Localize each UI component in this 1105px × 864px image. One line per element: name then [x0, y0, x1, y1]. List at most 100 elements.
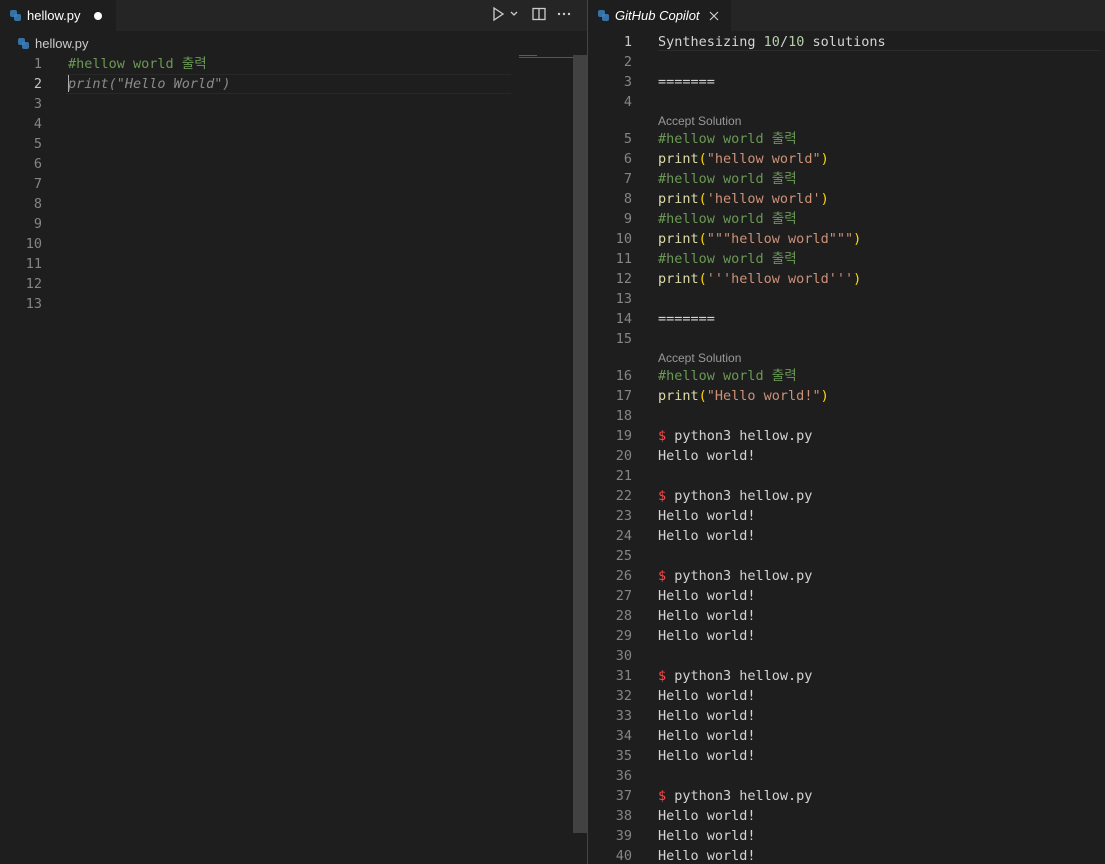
vertical-scrollbar[interactable] [573, 55, 587, 833]
close-tab-button[interactable] [708, 10, 720, 22]
code-line: #hellow world 출력 [658, 209, 797, 229]
breadcrumb-file[interactable]: hellow.py [35, 36, 88, 51]
run-python-file-button[interactable] [490, 6, 506, 24]
line-number: 9 [33, 216, 42, 232]
code-line: print('hellow world') [658, 189, 829, 209]
line-number: 9 [623, 211, 632, 227]
line-number: 18 [615, 408, 632, 424]
close-icon [709, 11, 718, 20]
line-number: 39 [615, 828, 632, 844]
line-number: 26 [615, 568, 632, 584]
prompt-symbol: $ [658, 788, 667, 804]
line-number: 21 [615, 468, 632, 484]
solutions-current-count: 10 [763, 34, 780, 50]
ellipsis-icon [557, 12, 571, 16]
line-number: 10 [615, 231, 632, 247]
line-number: 11 [615, 251, 632, 267]
line-number: 31 [615, 668, 632, 684]
program-output-line: Hello world! [658, 608, 756, 624]
paren-open: ( [698, 191, 707, 207]
copilot-ghost-text: print("Hello World") [68, 76, 231, 92]
line-number: 14 [615, 311, 632, 327]
paren-close: ) [820, 388, 829, 404]
function-token: print [658, 151, 699, 167]
comment-token: #hellow world 출력 [68, 56, 207, 72]
code-line: print("Hello world!") [658, 386, 829, 406]
program-output-line: Hello world! [658, 688, 756, 704]
python-file-icon [10, 10, 21, 21]
run-options-button[interactable] [508, 6, 520, 24]
code-line-1[interactable]: #hellow world 출력 [68, 54, 207, 74]
program-output-line: Hello world! [658, 708, 756, 724]
paren-close: ) [820, 151, 829, 167]
breadcrumb[interactable]: hellow.py [0, 33, 88, 53]
function-token: print [658, 231, 699, 247]
minimap-line-1 [519, 55, 537, 56]
shell-command-line: $ python3 hellow.py [658, 566, 812, 586]
shell-command: python3 hellow.py [666, 788, 813, 804]
accept-solution-link[interactable]: Accept Solution [658, 350, 741, 366]
program-output-line: Hello world! [658, 748, 756, 764]
line-number: 36 [615, 768, 632, 784]
shell-command: python3 hellow.py [666, 488, 813, 504]
line-number: 13 [25, 296, 42, 312]
line-number: 1 [33, 56, 42, 72]
shell-command-line: $ python3 hellow.py [658, 486, 812, 506]
line-number: 12 [25, 276, 42, 292]
separator-line: ======= [658, 311, 715, 327]
code-line: print('''hellow world''') [658, 269, 861, 289]
prompt-symbol: $ [658, 568, 667, 584]
split-editor-button[interactable] [530, 6, 548, 24]
comment-token: #hellow world 출력 [658, 211, 797, 227]
string-token: '''hellow world''' [706, 271, 854, 287]
header-prefix: Synthesizing [658, 34, 764, 50]
line-number: 22 [615, 488, 632, 504]
line-number: 6 [623, 151, 632, 167]
line-number: 33 [615, 708, 632, 724]
code-line: #hellow world 출력 [658, 169, 797, 189]
unsaved-dot-icon[interactable] [94, 11, 103, 20]
synthesizing-header: Synthesizing 10/10 solutions [658, 32, 886, 52]
code-line-2[interactable]: print("Hello World") [68, 74, 231, 94]
tab-label: GitHub Copilot [615, 8, 700, 23]
paren-close: ) [820, 191, 829, 207]
program-output-line: Hello world! [658, 528, 756, 544]
header-suffix: solutions [804, 34, 886, 50]
paren-close: ) [853, 231, 862, 247]
line-number: 3 [33, 96, 42, 112]
line-number: 25 [615, 548, 632, 564]
line-number: 2 [623, 54, 632, 70]
tab-hellow-py[interactable]: hellow.py [0, 0, 116, 31]
tab-github-copilot[interactable]: GitHub Copilot [588, 0, 731, 31]
split-editor-icon [532, 7, 546, 21]
comment-token: #hellow world 출력 [658, 251, 797, 267]
line-number: 23 [615, 508, 632, 524]
line-number: 17 [615, 388, 632, 404]
text-cursor [68, 75, 69, 92]
minimap-line-2 [519, 57, 573, 58]
line-number: 24 [615, 528, 632, 544]
comment-token: #hellow world 출력 [658, 368, 797, 384]
line-number: 19 [615, 428, 632, 444]
string-token: 'hellow world' [706, 191, 821, 207]
program-output-line: Hello world! [658, 808, 756, 824]
prompt-symbol: $ [658, 488, 667, 504]
code-line: print("""hellow world""") [658, 229, 861, 249]
string-token: "Hello world!" [706, 388, 821, 404]
paren-open: ( [698, 151, 707, 167]
line-number: 32 [615, 688, 632, 704]
string-token: """hellow world""" [706, 231, 854, 247]
line-number: 8 [623, 191, 632, 207]
paren-open: ( [698, 388, 707, 404]
right-editor-group: GitHub Copilot 1 2 3 4 5 6 7 8 9 10 11 12 13 14 15 16 17… [588, 0, 1105, 864]
line-number: 12 [615, 271, 632, 287]
line-number: 30 [615, 648, 632, 664]
program-output-line: Hello world! [658, 848, 756, 864]
header-separator: / [779, 34, 789, 50]
line-number: 13 [615, 291, 632, 307]
line-number: 34 [615, 728, 632, 744]
more-actions-button[interactable] [555, 6, 573, 24]
accept-solution-link[interactable]: Accept Solution [658, 113, 741, 129]
line-number: 37 [615, 788, 632, 804]
line-number: 4 [33, 116, 42, 132]
